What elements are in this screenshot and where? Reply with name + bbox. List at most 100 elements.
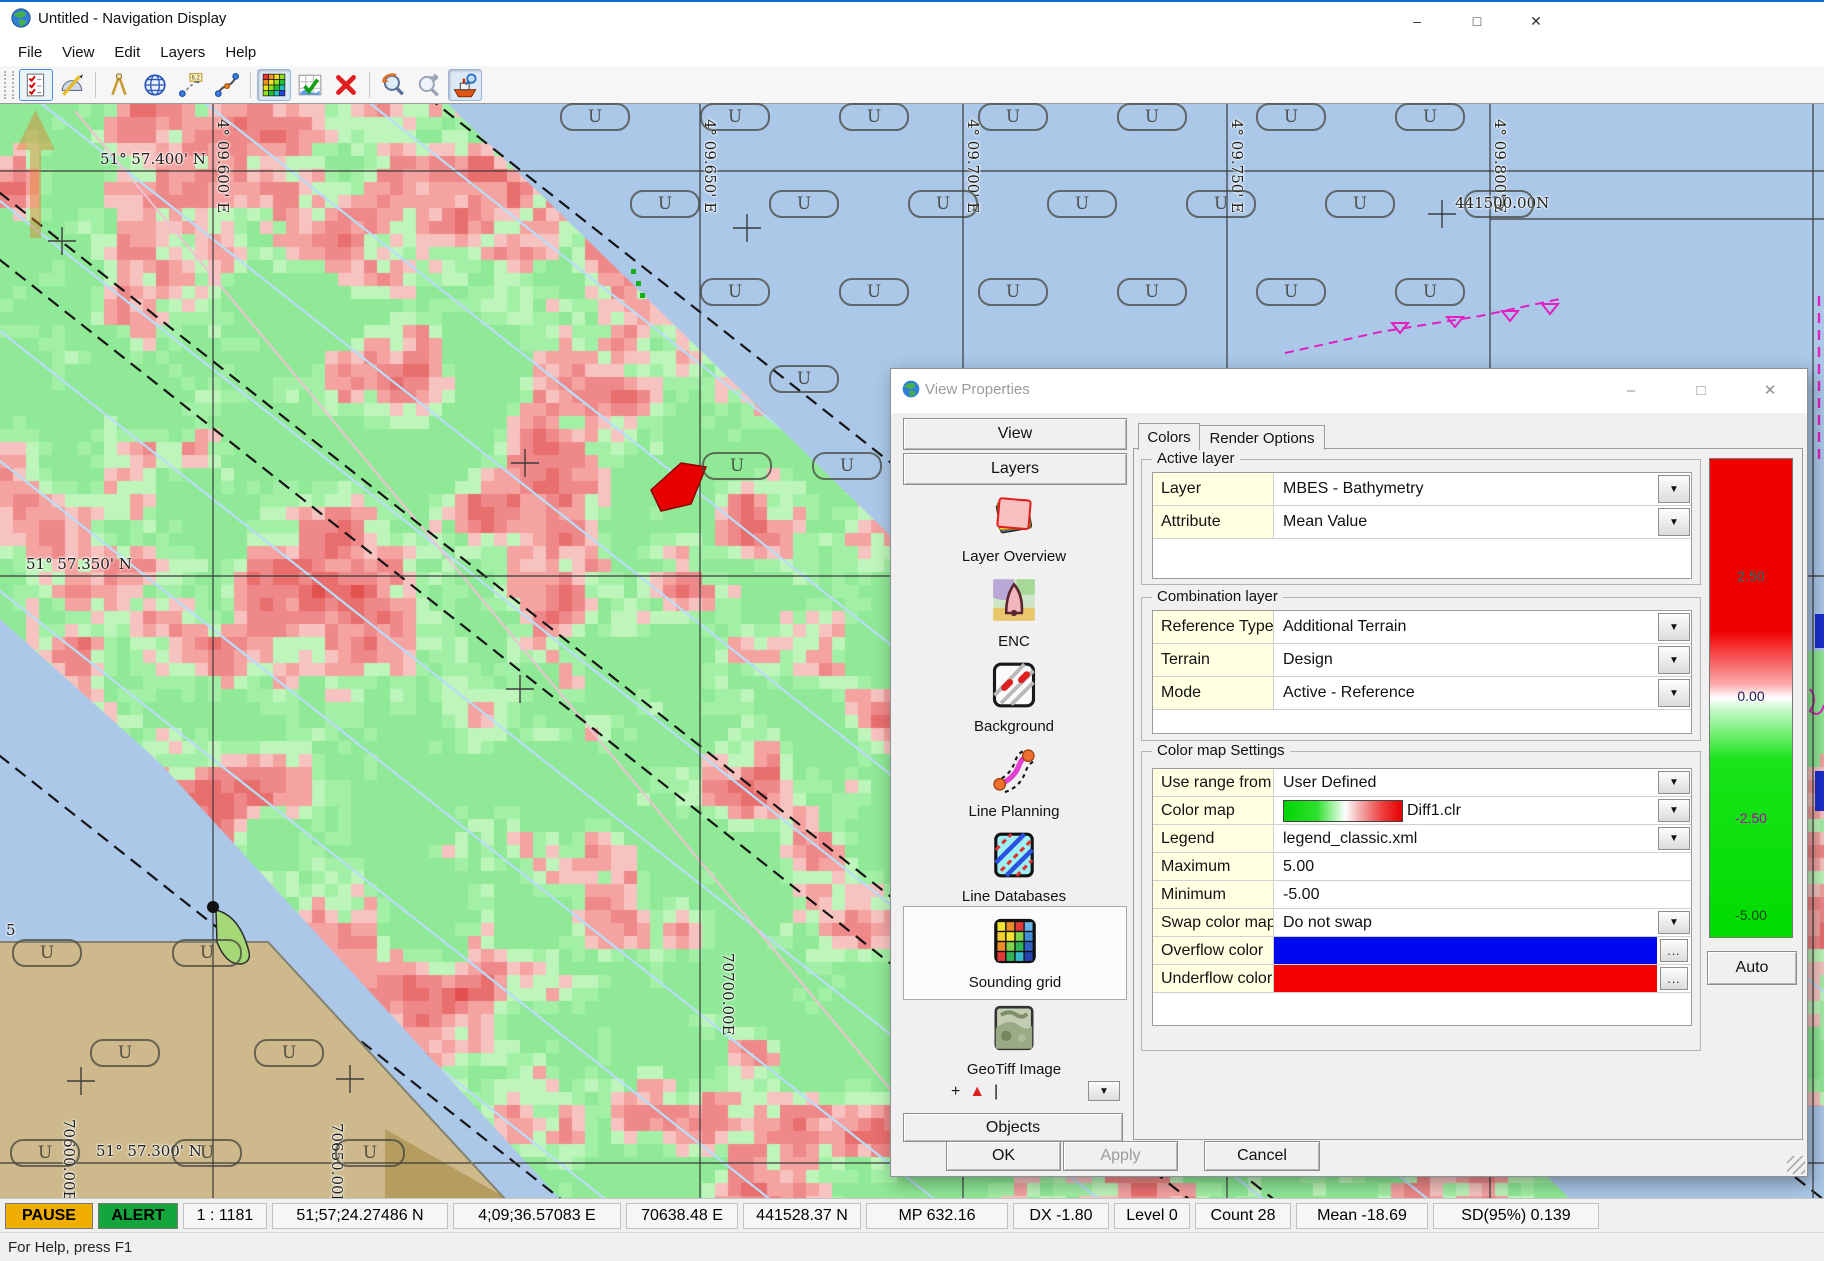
property-buttons [1657, 881, 1691, 908]
property-value[interactable]: User Defined [1274, 769, 1657, 796]
color-grid-icon[interactable] [257, 69, 291, 101]
property-row: Swap color mapDo not swap▼ [1153, 909, 1691, 937]
menu-edit[interactable]: Edit [104, 41, 150, 64]
property-value[interactable]: -5.00 [1274, 881, 1657, 908]
toolbar-grip[interactable] [4, 71, 14, 99]
geodesy-tools-icon[interactable] [55, 69, 89, 101]
panel-item-label: Sounding grid [904, 974, 1126, 991]
zoom-previous-icon[interactable] [376, 69, 410, 101]
maximize-button[interactable]: □ [1456, 6, 1498, 36]
route-edit-icon[interactable] [210, 69, 244, 101]
dropdown-button[interactable]: ▼ [1658, 911, 1690, 935]
group-title: Active layer [1152, 450, 1240, 467]
title-bar[interactable]: Untitled - Navigation Display – □ ✕ [0, 2, 1824, 38]
cancel-button[interactable]: Cancel [1204, 1141, 1320, 1171]
anchorage-symbol: U [1256, 278, 1326, 306]
dropdown-button[interactable]: ▼ [1658, 799, 1690, 823]
view-properties-dialog[interactable]: View Properties – □ ✕ View Layers Layer … [890, 368, 1808, 1177]
graticule-label: 51° 57.400' N [100, 150, 206, 168]
anchorage-symbol: U [839, 103, 909, 131]
property-value[interactable]: Mean Value [1274, 506, 1657, 538]
property-value[interactable]: Active - Reference [1274, 677, 1657, 709]
projection-globe-icon[interactable] [138, 69, 172, 101]
property-value[interactable]: Do not swap [1274, 909, 1657, 936]
panel-item-label: ENC [903, 633, 1125, 650]
anchorage-symbol: U [839, 278, 909, 306]
menu-layers[interactable]: Layers [150, 41, 215, 64]
property-buttons: ▼ [1657, 644, 1691, 676]
tab-render-options[interactable]: Render Options [1199, 425, 1325, 450]
panel-item-sounding-grid[interactable]: Sounding grid [903, 906, 1127, 1000]
panel-item-geotiff-image[interactable]: GeoTiff Image [903, 1002, 1125, 1078]
panel-item-partial[interactable]: + ▲ | [951, 1083, 1071, 1103]
vessel-follow-icon[interactable] [448, 69, 482, 101]
survey-checklist-icon[interactable] [19, 69, 53, 101]
dropdown-button[interactable]: ▼ [1658, 475, 1690, 503]
anchorage-symbol: U [700, 103, 770, 131]
toolbar-separator [250, 72, 251, 98]
side-tab-layers[interactable]: Layers [903, 453, 1127, 485]
dropdown-button[interactable]: ▼ [1658, 613, 1690, 641]
property-value[interactable] [1274, 965, 1657, 992]
apply-button[interactable]: Apply [1063, 1141, 1178, 1171]
grid-accept-icon[interactable] [293, 69, 327, 101]
status-section: 4;09;36.57083 E [453, 1203, 621, 1229]
menu-view[interactable]: View [52, 41, 104, 64]
menu-file[interactable]: File [8, 41, 52, 64]
toolbar: 6.2 [0, 66, 1824, 104]
property-value[interactable] [1274, 937, 1657, 964]
delete-icon[interactable] [329, 69, 363, 101]
dropdown-button[interactable]: ▼ [1658, 827, 1690, 851]
property-row: Reference TypeAdditional Terrain▼ [1153, 611, 1691, 644]
help-hint-text: For Help, press F1 [8, 1239, 132, 1256]
menu-help[interactable]: Help [215, 41, 266, 64]
tab-colors[interactable]: Colors [1138, 423, 1200, 450]
property-value[interactable]: 5.00 [1274, 853, 1657, 880]
dialog-title-bar[interactable]: View Properties – □ ✕ [891, 369, 1807, 413]
dropdown-button[interactable]: ▼ [1658, 646, 1690, 674]
group-title: Color map Settings [1152, 742, 1290, 759]
property-buttons: ▼ [1657, 611, 1691, 643]
background-icon [988, 659, 1040, 711]
panel-item-layer-overview[interactable]: Layer Overview [903, 489, 1125, 565]
anchorage-symbol: U [769, 190, 839, 218]
tracked-vessel-icon [651, 463, 706, 511]
measure-distance-icon[interactable]: 6.2 [174, 69, 208, 101]
panel-item-enc[interactable]: ENC [903, 574, 1125, 650]
panel-item-line-databases[interactable]: Line Databases [903, 829, 1125, 905]
dialog-maximize-button[interactable]: □ [1684, 377, 1718, 403]
status-section: Mean -18.69 [1296, 1203, 1428, 1229]
dropdown-button[interactable]: ▼ [1658, 679, 1690, 707]
dialog-resize-grip[interactable] [1787, 1156, 1805, 1174]
dividers-icon[interactable] [102, 69, 136, 101]
minimize-button[interactable]: – [1396, 6, 1438, 36]
dialog-close-button[interactable]: ✕ [1753, 377, 1787, 403]
close-button[interactable]: ✕ [1515, 6, 1557, 36]
dialog-minimize-button[interactable]: – [1614, 377, 1648, 403]
zoom-forward-icon[interactable] [412, 69, 446, 101]
ellipsis-button[interactable]: ... [1660, 939, 1688, 963]
property-row: Overflow color... [1153, 937, 1691, 965]
auto-button[interactable]: Auto [1707, 951, 1797, 985]
status-section: 441528.37 N [743, 1203, 861, 1229]
ok-button[interactable]: OK [946, 1141, 1061, 1171]
window-title: Untitled - Navigation Display [38, 10, 226, 27]
ellipsis-button[interactable]: ... [1660, 967, 1688, 991]
panel-item-background[interactable]: Background [903, 659, 1125, 735]
side-tab-view[interactable]: View [903, 418, 1127, 450]
graticule-label: 5 [6, 921, 16, 939]
dropdown-button[interactable]: ▼ [1658, 771, 1690, 795]
property-value[interactable]: Additional Terrain [1274, 611, 1657, 643]
panel-item-line-planning[interactable]: Line Planning [903, 744, 1125, 820]
property-value[interactable]: Design [1274, 644, 1657, 676]
property-label: Use range from [1153, 769, 1274, 796]
property-value[interactable]: MBES - Bathymetry [1274, 473, 1657, 505]
dropdown-button[interactable]: ▼ [1658, 508, 1690, 536]
anchorage-symbol: U [335, 1139, 405, 1167]
property-buttons: ... [1657, 937, 1691, 964]
panel-scroll-down-button[interactable]: ▼ [1088, 1081, 1120, 1101]
property-value[interactable]: Diff1.clr [1274, 797, 1657, 824]
layer-overview-icon [988, 489, 1040, 541]
side-tab-objects[interactable]: Objects [903, 1113, 1123, 1142]
property-value[interactable]: legend_classic.xml [1274, 825, 1657, 852]
